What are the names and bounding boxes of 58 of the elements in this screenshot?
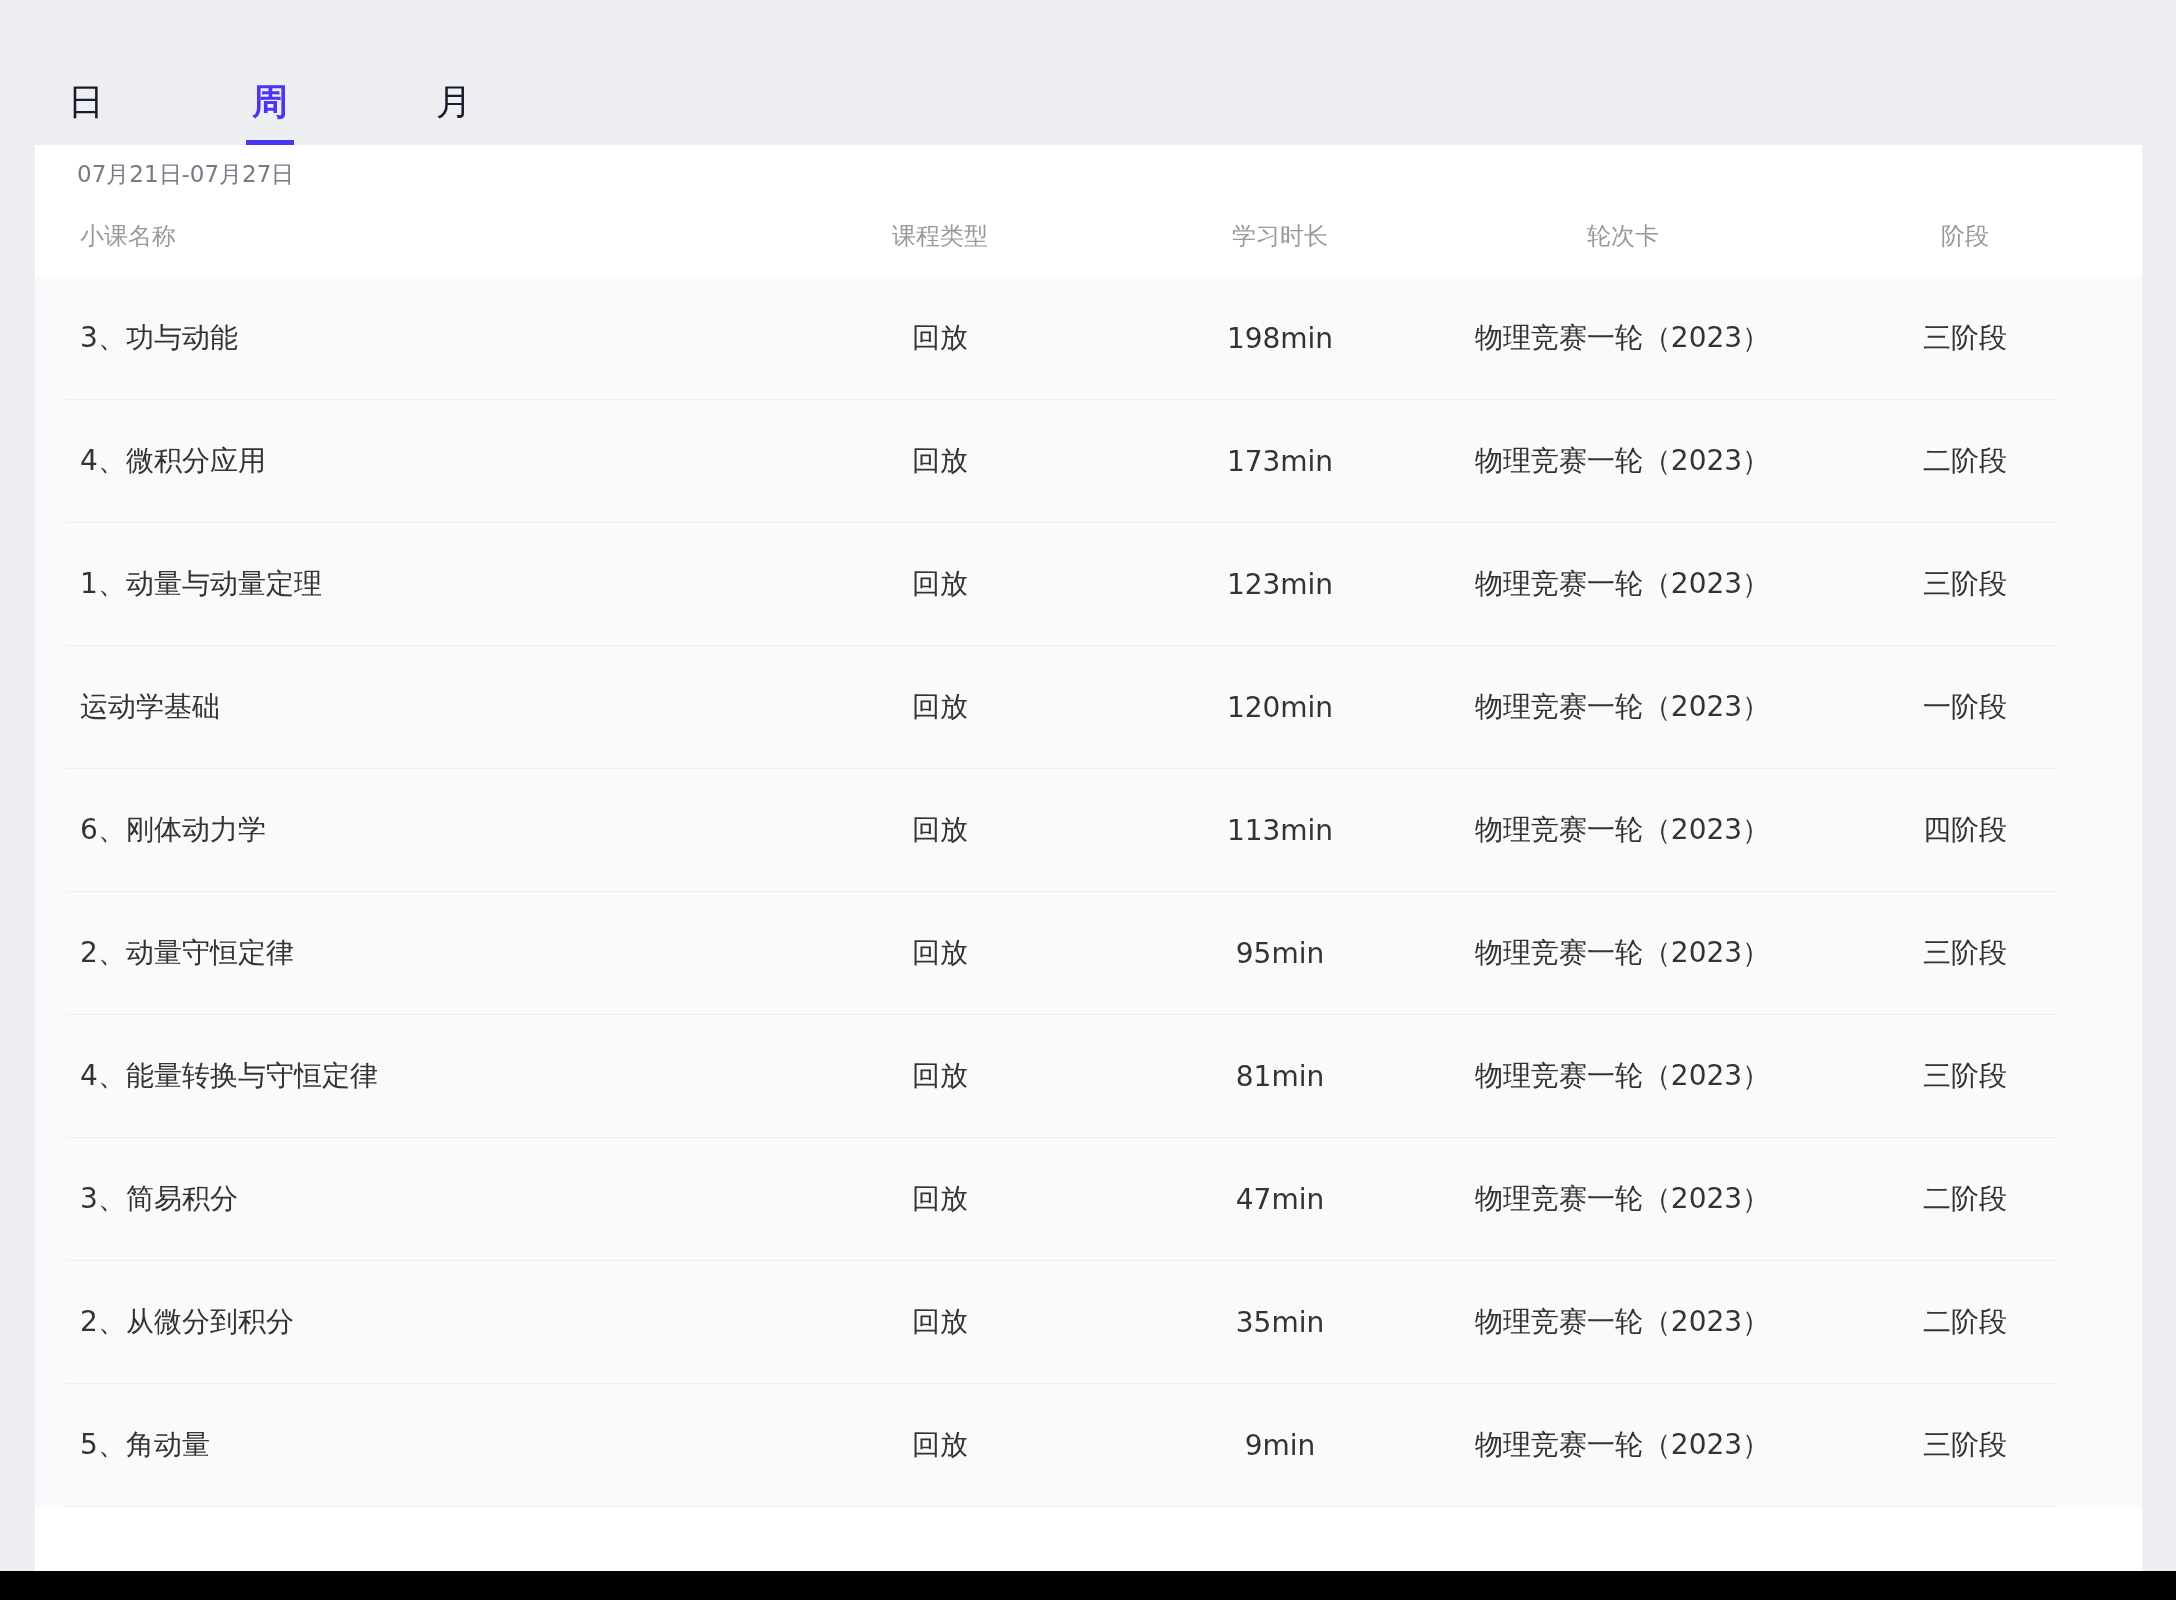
table-cell-text: 4、微积分应用 bbox=[80, 443, 266, 479]
table-cell-text: 三阶段 bbox=[1923, 1058, 2007, 1094]
table-cell-text: 回放 bbox=[912, 1427, 968, 1463]
table-cell-text: 回放 bbox=[912, 1058, 968, 1094]
table-cell-text: 物理竞赛一轮（2023） bbox=[1474, 1181, 1771, 1217]
table-cell-text: 一阶段 bbox=[1923, 689, 2007, 725]
table-cell-text: 物理竞赛一轮（2023） bbox=[1474, 689, 1771, 725]
table-cell-text: 物理竞赛一轮（2023） bbox=[1474, 812, 1771, 848]
table-cell-text: 4、能量转换与守恒定律 bbox=[80, 1058, 378, 1094]
table-cell-text: 回放 bbox=[912, 1181, 968, 1217]
period-tab[interactable]: 日 bbox=[62, 74, 110, 145]
table-cell-text: 运动学基础 bbox=[80, 689, 220, 725]
table-cell-text: 三阶段 bbox=[1923, 935, 2007, 971]
period-tab[interactable]: 月 bbox=[430, 74, 478, 145]
table-cell: 123min bbox=[1226, 567, 1334, 601]
table-cell-text: 3、简易积分 bbox=[80, 1181, 238, 1217]
table-cell-text: 回放 bbox=[912, 443, 968, 479]
table-cell-text: 2、从微分到积分 bbox=[80, 1304, 294, 1340]
column-header: 轮次卡 bbox=[1586, 221, 1659, 252]
table-cell: 120min bbox=[1226, 690, 1334, 724]
table-cell: 35min bbox=[1235, 1305, 1325, 1339]
table-cell-text: 物理竞赛一轮（2023） bbox=[1474, 566, 1771, 602]
table-cell-text: 四阶段 bbox=[1923, 812, 2007, 848]
table-cell: 95min bbox=[1235, 936, 1325, 970]
table-cell-text: 物理竞赛一轮（2023） bbox=[1474, 1427, 1771, 1463]
table-cell-text: 物理竞赛一轮（2023） bbox=[1474, 1304, 1771, 1340]
column-header: 学习时长 bbox=[1232, 221, 1328, 252]
table-cell-text: 二阶段 bbox=[1923, 1181, 2007, 1217]
table-cell-text: 2、动量守恒定律 bbox=[80, 935, 294, 971]
table-cell-text: 物理竞赛一轮（2023） bbox=[1474, 443, 1771, 479]
table-cell-text: 三阶段 bbox=[1923, 566, 2007, 602]
table-cell-text: 物理竞赛一轮（2023） bbox=[1474, 1058, 1771, 1094]
table-cell-text: 物理竞赛一轮（2023） bbox=[1474, 320, 1771, 356]
table-cell-text: 二阶段 bbox=[1923, 443, 2007, 479]
column-header: 课程类型 bbox=[892, 221, 988, 252]
table-cell-text: 6、刚体动力学 bbox=[80, 812, 266, 848]
date-range: 07月21日-07月27日 bbox=[76, 160, 296, 189]
table-cell-text: 5、角动量 bbox=[80, 1427, 210, 1463]
column-header: 小课名称 bbox=[80, 221, 176, 252]
column-header: 阶段 bbox=[1941, 221, 1989, 252]
table-cell-text: 回放 bbox=[912, 812, 968, 848]
table-cell-text: 二阶段 bbox=[1923, 1304, 2007, 1340]
table-cell-text: 1、动量与动量定理 bbox=[80, 566, 322, 602]
table-cell-text: 物理竞赛一轮（2023） bbox=[1474, 935, 1771, 971]
table-cell: 173min bbox=[1226, 444, 1334, 478]
table-cell: 9min bbox=[1244, 1428, 1316, 1462]
table-cell-text: 三阶段 bbox=[1923, 1427, 2007, 1463]
table-cell: 81min bbox=[1235, 1059, 1325, 1093]
table-cell-text: 回放 bbox=[912, 320, 968, 356]
table-cell-text: 回放 bbox=[912, 1304, 968, 1340]
table-cell: 47min bbox=[1235, 1182, 1325, 1216]
table-cell: 198min bbox=[1226, 321, 1334, 355]
table-cell-text: 3、功与动能 bbox=[80, 320, 238, 356]
table-cell-text: 三阶段 bbox=[1923, 320, 2007, 356]
table-cell-text: 回放 bbox=[912, 689, 968, 725]
table-cell: 113min bbox=[1226, 813, 1334, 847]
table-cell-text: 回放 bbox=[912, 566, 968, 602]
table-cell-text: 回放 bbox=[912, 935, 968, 971]
